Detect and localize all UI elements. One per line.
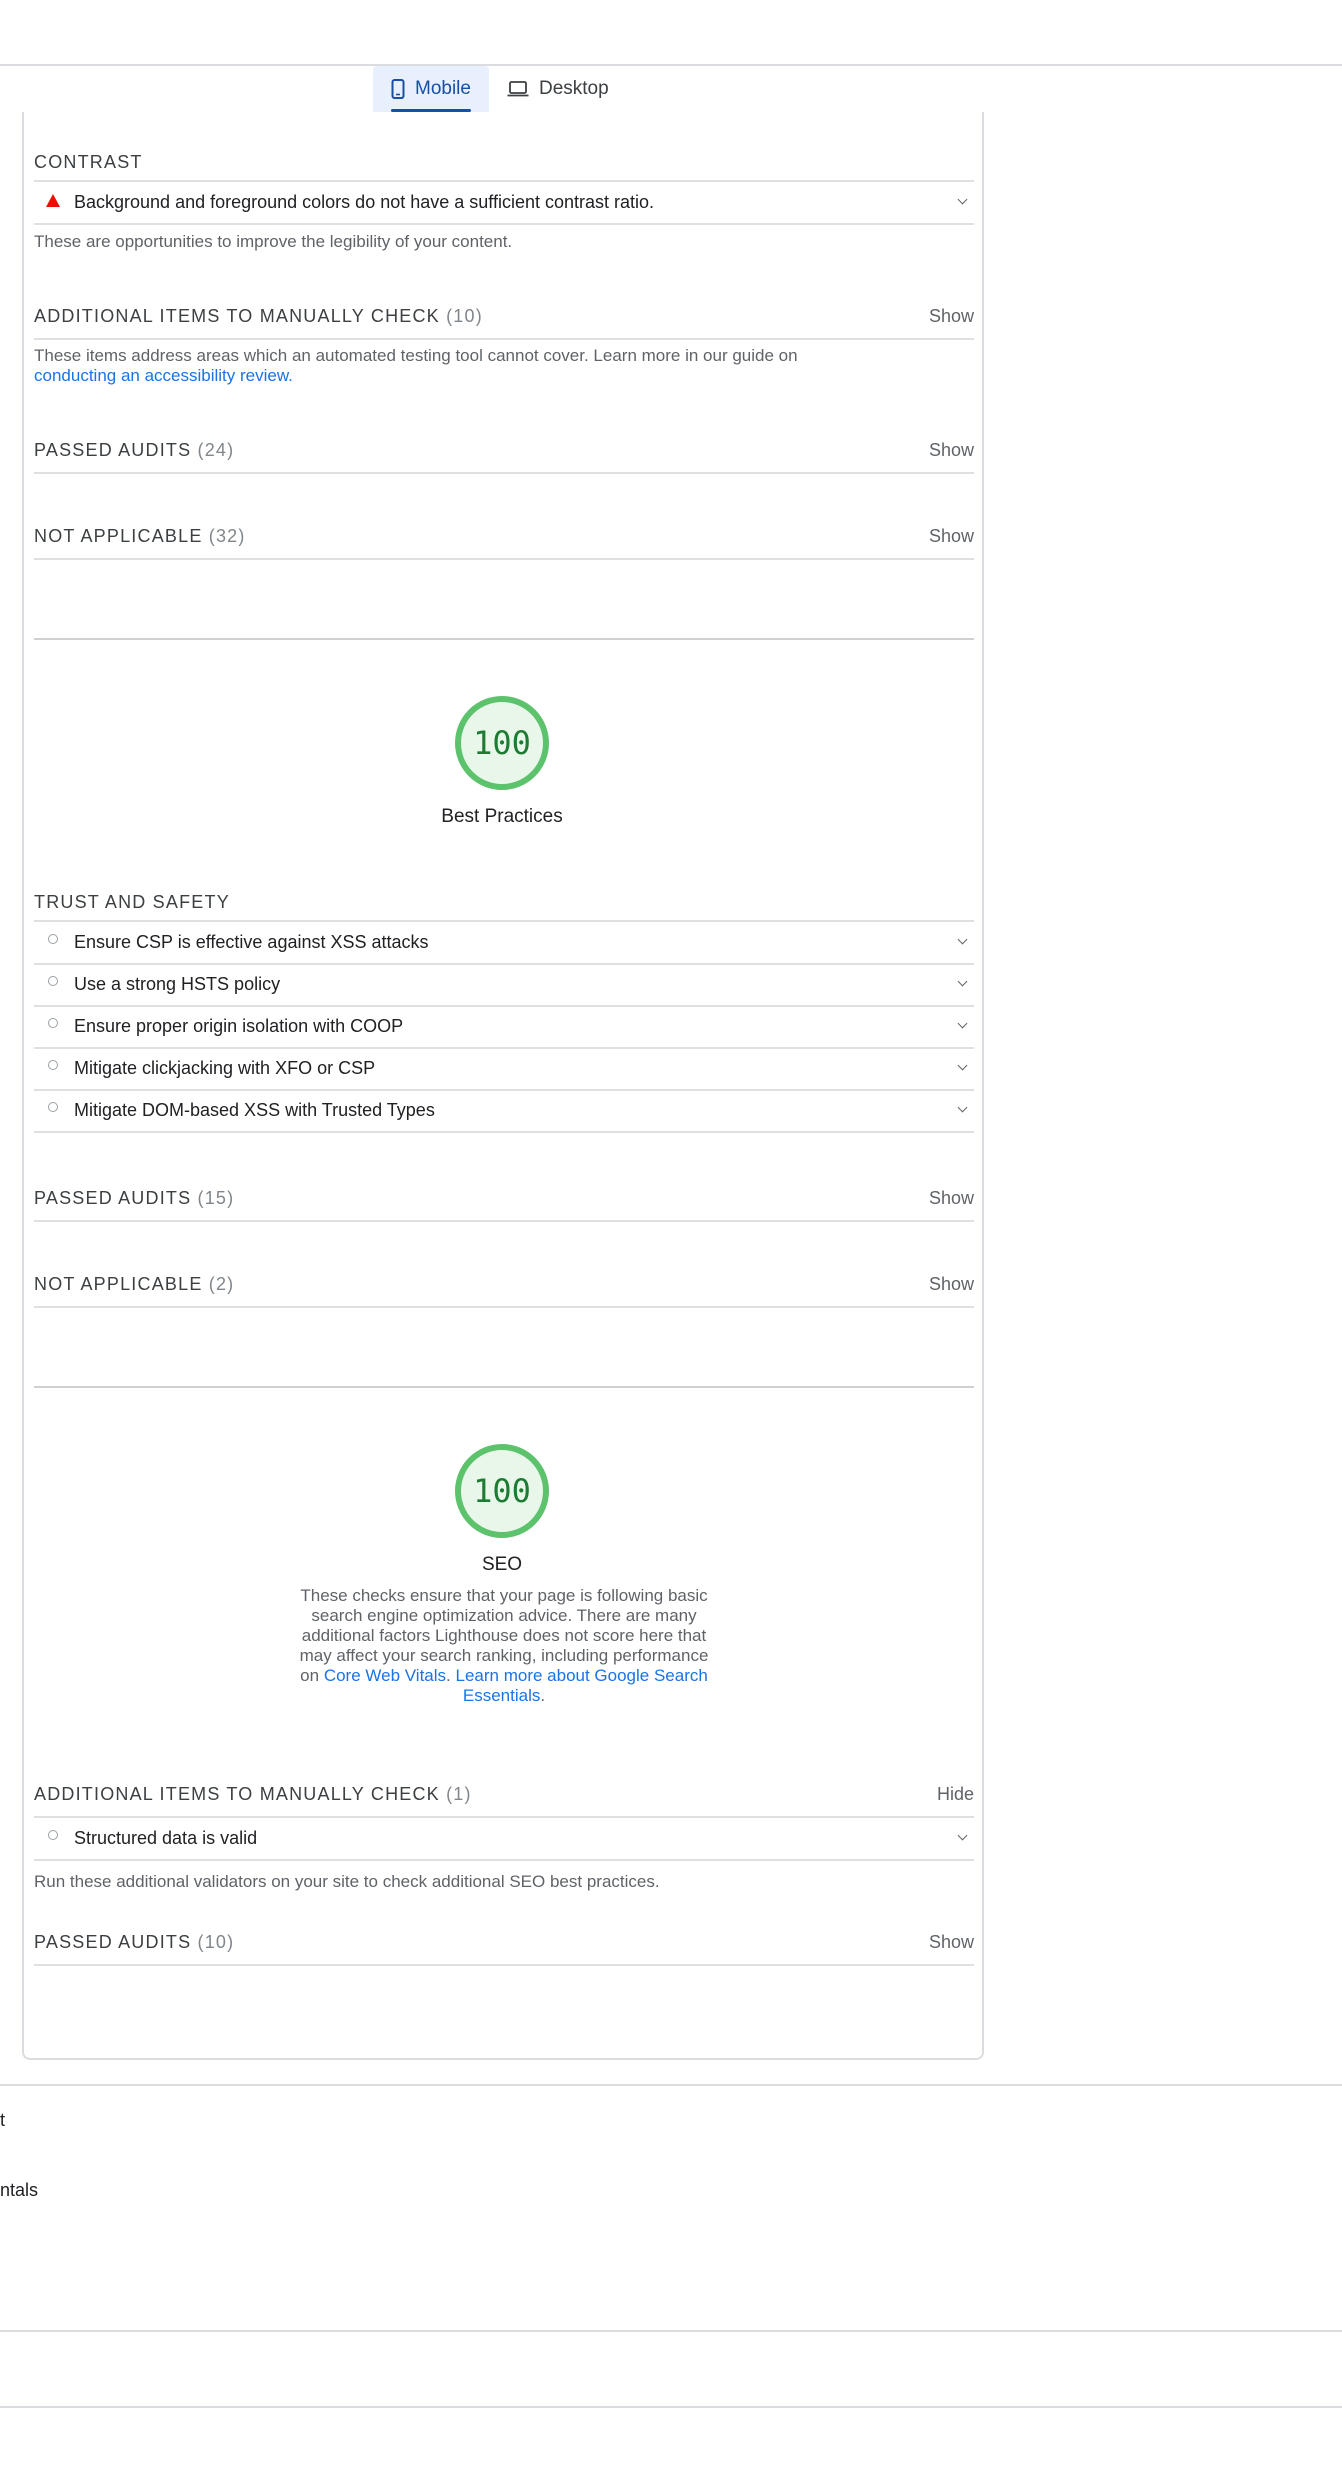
category-divider	[34, 638, 974, 640]
neutral-circle-icon	[48, 976, 58, 986]
contrast-group-title: CONTRAST	[34, 152, 143, 172]
group-count: (1)	[446, 1784, 472, 1804]
audit-contrast[interactable]: Background and foreground colors do not …	[34, 182, 974, 225]
seo-description: These checks ensure that your page is fo…	[299, 1586, 709, 1705]
bp-passed-group: PASSED AUDITS (15) Show	[34, 1180, 974, 1222]
accessibility-review-link[interactable]: conducting an accessibility review.	[34, 366, 293, 385]
bp-na-group: NOT APPLICABLE (2) Show	[34, 1266, 974, 1308]
group-count: (15)	[197, 1188, 235, 1208]
audit-title: Background and foreground colors do not …	[74, 192, 655, 212]
group-title: ADDITIONAL ITEMS TO MANUALLY CHECK (10)	[34, 306, 483, 326]
group-title: PASSED AUDITS (15)	[34, 1188, 235, 1208]
show-toggle[interactable]: Show	[929, 306, 974, 327]
category-divider	[34, 1386, 974, 1388]
audit-coop[interactable]: Ensure proper origin isolation with COOP	[34, 1006, 974, 1049]
a11y-manual-group: ADDITIONAL ITEMS TO MANUALLY CHECK (10) …	[34, 298, 974, 340]
group-count: (2)	[208, 1274, 235, 1294]
group-count: (24)	[197, 440, 235, 460]
top-divider	[0, 64, 1342, 66]
audit-title: Ensure CSP is effective against XSS atta…	[74, 932, 429, 952]
best-practices-label: Best Practices	[441, 806, 563, 827]
best-practices-gauge[interactable]: 100	[455, 696, 549, 790]
group-title: ADDITIONAL ITEMS TO MANUALLY CHECK (1)	[34, 1784, 472, 1804]
audit-clickjacking[interactable]: Mitigate clickjacking with XFO or CSP	[34, 1048, 974, 1091]
group-count: (32)	[208, 526, 246, 546]
show-toggle[interactable]: Show	[929, 440, 974, 461]
audit-title: Ensure proper origin isolation with COOP	[74, 1016, 404, 1036]
audit-title: Mitigate DOM-based XSS with Trusted Type…	[74, 1100, 435, 1120]
chevron-down-icon	[957, 1018, 968, 1029]
chevron-down-icon	[957, 1060, 968, 1071]
manual-description: These items address areas which an autom…	[34, 346, 798, 385]
seo-manual-group: ADDITIONAL ITEMS TO MANUALLY CHECK (1) H…	[34, 1776, 974, 1818]
audit-csp-xss[interactable]: Ensure CSP is effective against XSS atta…	[34, 922, 974, 965]
group-title: NOT APPLICABLE (32)	[34, 526, 246, 546]
hide-toggle[interactable]: Hide	[937, 1784, 974, 1805]
chevron-down-icon	[957, 1830, 968, 1841]
fail-icon	[46, 194, 60, 207]
chevron-down-icon	[957, 1102, 968, 1113]
show-toggle[interactable]: Show	[929, 526, 974, 547]
core-web-vitals-link[interactable]: Core Web Vitals	[324, 1666, 446, 1685]
chevron-down-icon	[957, 194, 968, 205]
footer-link[interactable]: ntals	[0, 2180, 38, 2201]
footer-divider	[0, 2406, 1342, 2408]
group-title: NOT APPLICABLE (2)	[34, 1274, 235, 1294]
neutral-circle-icon	[48, 1830, 58, 1840]
group-title: PASSED AUDITS (10)	[34, 1932, 235, 1952]
footer-divider	[0, 2330, 1342, 2332]
search-essentials-link[interactable]: Learn more about Google Search Essential…	[456, 1666, 708, 1705]
tab-desktop[interactable]: Desktop	[489, 66, 627, 112]
tab-mobile[interactable]: Mobile	[373, 66, 489, 112]
group-count: (10)	[446, 306, 483, 326]
neutral-circle-icon	[48, 1018, 58, 1028]
seo-label: SEO	[481, 1554, 523, 1575]
footer-link[interactable]: t	[0, 2110, 5, 2131]
laptop-icon	[507, 81, 529, 97]
chevron-down-icon	[957, 934, 968, 945]
neutral-circle-icon	[48, 1102, 58, 1112]
tab-desktop-label: Desktop	[538, 78, 609, 99]
neutral-circle-icon	[48, 1060, 58, 1070]
audit-title: Mitigate clickjacking with XFO or CSP	[74, 1058, 376, 1078]
neutral-circle-icon	[48, 934, 58, 944]
seo-manual-description: Run these additional validators on your …	[34, 1872, 660, 1891]
group-title: PASSED AUDITS (24)	[34, 440, 235, 460]
tab-mobile-label: Mobile	[415, 78, 471, 99]
phone-icon	[391, 79, 405, 99]
show-toggle[interactable]: Show	[929, 1188, 974, 1209]
footer-divider	[0, 2084, 1342, 2086]
audit-title: Use a strong HSTS policy	[74, 974, 281, 994]
a11y-na-group: NOT APPLICABLE (32) Show	[34, 518, 974, 560]
group-count: (10)	[197, 1932, 235, 1952]
seo-passed-group: PASSED AUDITS (10) Show	[34, 1924, 974, 1966]
contrast-description: These are opportunities to improve the l…	[34, 232, 513, 251]
gauge-score: 100	[473, 724, 531, 762]
audit-hsts[interactable]: Use a strong HSTS policy	[34, 964, 974, 1007]
seo-gauge[interactable]: 100	[455, 1444, 549, 1538]
audit-trusted-types[interactable]: Mitigate DOM-based XSS with Trusted Type…	[34, 1090, 974, 1133]
chevron-down-icon	[957, 976, 968, 987]
audit-title: Structured data is valid	[74, 1828, 258, 1848]
gauge-score: 100	[473, 1472, 531, 1510]
device-tabs: Mobile Desktop	[373, 66, 627, 112]
show-toggle[interactable]: Show	[929, 1274, 974, 1295]
audit-structured-data[interactable]: Structured data is valid	[34, 1818, 974, 1861]
a11y-passed-group: PASSED AUDITS (24) Show	[34, 432, 974, 474]
show-toggle[interactable]: Show	[929, 1932, 974, 1953]
trust-safety-title: TRUST AND SAFETY	[34, 892, 230, 912]
report-card: CONTRAST Background and foreground color…	[22, 112, 984, 2060]
